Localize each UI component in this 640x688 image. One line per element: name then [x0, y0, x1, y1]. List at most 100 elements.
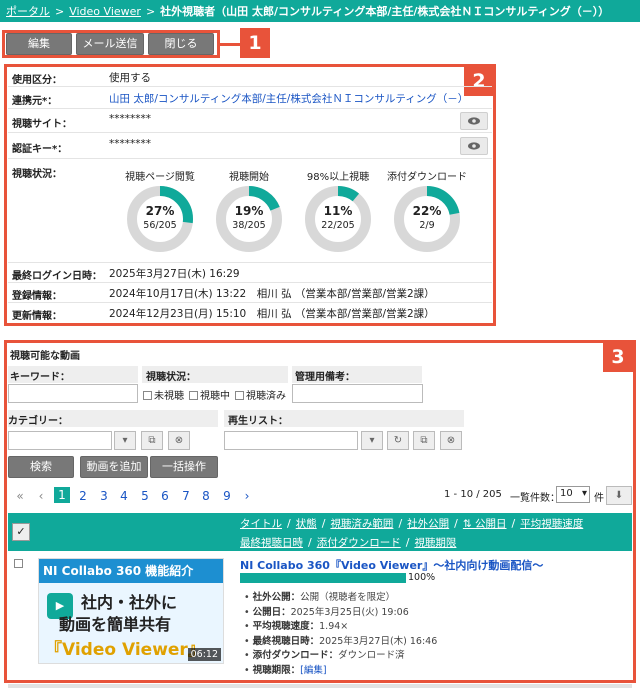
contact-label: 連携元*： — [12, 96, 58, 107]
gauge-ring — [127, 186, 193, 252]
page-8[interactable]: 8 — [198, 489, 214, 503]
playlist-copy-button[interactable]: ⧉ — [413, 431, 435, 450]
sort-public[interactable]: 社外公開 — [407, 518, 449, 530]
category-clear-button[interactable]: ⊗ — [168, 431, 190, 450]
page-3[interactable]: 3 — [96, 489, 112, 503]
page-5[interactable]: 5 — [137, 489, 153, 503]
bulk-action-button[interactable]: 一括操作 — [150, 456, 218, 478]
sort-view-deadline[interactable]: 視聴期限 — [414, 537, 456, 549]
video-duration: 06:12 — [187, 648, 221, 661]
edit-deadline-link[interactable]: [編集] — [300, 665, 326, 676]
video-meta-value: 公開（視聴者を限定） — [300, 592, 396, 603]
progress-gauge: 11% 22/205 — [303, 184, 373, 254]
send-mail-button[interactable]: メール送信 — [76, 33, 144, 55]
playlist-input[interactable] — [224, 431, 358, 450]
gauge-percent: 19% — [234, 204, 264, 218]
site-label: 視聴サイト： — [12, 119, 72, 130]
close-button[interactable]: 閉じる — [148, 33, 214, 55]
page-prev[interactable]: ‹ — [33, 489, 49, 503]
thumbnail-line-1: NI Collabo 360 機能紹介 — [43, 564, 194, 578]
clear-icon: ⊗ — [446, 435, 456, 446]
video-meta-item: • 平均視聴速度：1.94× — [244, 621, 349, 632]
page-6[interactable]: 6 — [157, 489, 173, 503]
sort-title[interactable]: タイトル — [240, 518, 282, 530]
edit-button[interactable]: 編集 — [6, 33, 72, 55]
search-button[interactable]: 検索 — [8, 456, 74, 478]
playlist-clear-button[interactable]: ⊗ — [440, 431, 462, 450]
sort-status[interactable]: 状態 — [296, 518, 317, 530]
download-icon: ⬇ — [614, 490, 624, 501]
playlist-dropdown-button[interactable]: ▾ — [361, 431, 383, 450]
page-4[interactable]: 4 — [116, 489, 132, 503]
registered-value: 2024年10月17日(木) 13:22 相川 弘 （営業本部/営業部/営業2課… — [109, 288, 435, 300]
result-range: 1 - 10 / 205 — [444, 489, 502, 500]
video-progress-track — [240, 573, 406, 583]
breadcrumb: ポータル > Video Viewer > 社外視聴者（山田 太郎/コンサルティング本部… — [0, 0, 640, 22]
video-meta-value: ダウンロード済 — [338, 650, 405, 661]
viewed-checkbox-label: 視聴済み — [246, 391, 286, 402]
site-value: ******** — [109, 113, 151, 125]
last-login-row: 最終ログイン日時： 2025年3月27日(木) 16:29 — [8, 263, 492, 283]
memo-label: 管理用備考： — [295, 372, 355, 383]
category-dropdown-button[interactable]: ▾ — [114, 431, 136, 450]
page-9[interactable]: 9 — [219, 489, 235, 503]
sort-publish-date[interactable]: ⇅ 公開日 — [463, 518, 507, 530]
contact-link[interactable]: 山田 太郎/コンサルティング本部/主任/株式会社ＮＩコンサルティング（－） — [109, 91, 468, 106]
breadcrumb-video-viewer-link[interactable]: Video Viewer — [69, 5, 141, 18]
progress-gauge: 19% 38/205 — [214, 184, 284, 254]
video-meta-value: 2025年3月27日(木) 16:46 — [319, 635, 438, 647]
page-title: 社外視聴者（山田 太郎/コンサルティング本部/主任/株式会社ＮＩコンサルティング… — [160, 5, 610, 18]
sort-viewed-range[interactable]: 視聴済み範囲 — [330, 518, 393, 530]
progress-gauge: 22% 2/9 — [392, 184, 462, 254]
per-page-select[interactable]: 10 ▾ — [556, 486, 590, 503]
gauge-title: 98%以上視聴 — [306, 172, 370, 183]
gauge-ring — [305, 186, 371, 252]
show-auth-key-button[interactable] — [460, 137, 488, 155]
status-label: 視聴状況： — [146, 372, 196, 383]
thumbnail-line-3: 動画を簡単共有 — [59, 615, 172, 634]
video-title-link[interactable]: NI Collabo 360『Video Viewer』～社内向け動画配信～ — [240, 557, 543, 573]
memo-input[interactable] — [292, 384, 423, 403]
gauge-ring — [216, 186, 282, 252]
playlist-label: 再生リスト： — [228, 416, 288, 427]
thumbnail-line-2: 社内・社外に — [81, 593, 178, 612]
unviewed-checkbox[interactable]: 未視聴 — [143, 387, 184, 402]
copy-icon: ⧉ — [420, 435, 428, 446]
viewed-checkbox[interactable]: 視聴済み — [235, 387, 286, 402]
category-copy-button[interactable]: ⧉ — [141, 431, 163, 450]
video-meta-key: 視聴期限： — [252, 664, 301, 676]
page-first[interactable]: « — [12, 489, 28, 503]
video-thumbnail[interactable]: NI Collabo 360 機能紹介 ▶ 社内・社外に 動画を簡単共有 『Vi… — [38, 558, 224, 664]
callout-connector — [220, 43, 240, 46]
video-meta-key: 添付ダウンロード： — [252, 650, 339, 661]
page-1[interactable]: 1 — [54, 487, 70, 503]
sort-last-viewed[interactable]: 最終視聴日時 — [240, 537, 303, 549]
keyword-label: キーワード： — [10, 372, 70, 383]
show-site-button[interactable] — [460, 112, 488, 130]
video-meta-item: • 社外公開：公開（視聴者を限定） — [244, 592, 396, 603]
category-input[interactable] — [8, 431, 112, 450]
sort-avg-speed[interactable]: 平均視聴速度 — [520, 518, 583, 530]
playlist-refresh-button[interactable]: ↻ — [387, 431, 409, 450]
select-all-checkbox[interactable]: ✓ — [12, 523, 30, 541]
registered-row: 登録情報： 2024年10月17日(木) 13:22 相川 弘 （営業本部/営業… — [8, 283, 492, 303]
view-status-label: 視聴状況： — [12, 169, 62, 180]
video-row-checkbox[interactable] — [14, 559, 23, 568]
download-button[interactable]: ⬇ — [606, 486, 632, 505]
updated-row: 更新情報： 2024年12月23日(月) 15:10 相川 弘 （営業本部/営業… — [8, 303, 492, 323]
video-meta-item: • 添付ダウンロード：ダウンロード済 — [244, 650, 405, 661]
breadcrumb-portal-link[interactable]: ポータル — [6, 5, 50, 18]
page-2[interactable]: 2 — [75, 489, 91, 503]
usage-row: 使用区分： 使用する — [8, 67, 492, 87]
video-meta-item: • 視聴期限：[編集] — [244, 664, 327, 676]
sort-attachment-download[interactable]: 添付ダウンロード — [317, 537, 401, 549]
page-7[interactable]: 7 — [178, 489, 194, 503]
updated-value: 2024年12月23日(月) 15:10 相川 弘 （営業本部/営業部/営業2課… — [109, 308, 435, 320]
add-video-button[interactable]: 動画を追加 — [80, 456, 148, 478]
viewing-checkbox[interactable]: 視聴中 — [189, 387, 230, 402]
auth-key-label: 認証キー*： — [12, 144, 68, 155]
keyword-input[interactable] — [8, 384, 138, 403]
page-next[interactable]: › — [239, 489, 255, 503]
gauge-count: 2/9 — [419, 220, 435, 231]
copy-icon: ⧉ — [148, 435, 156, 446]
